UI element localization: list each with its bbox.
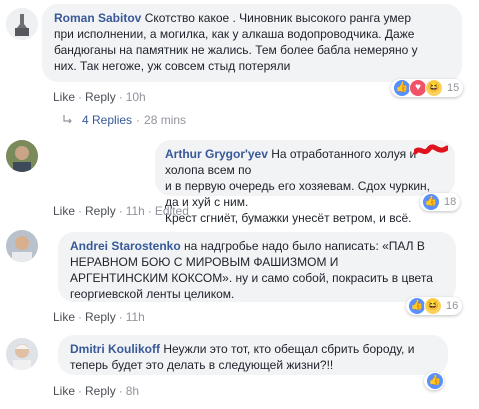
avatar[interactable] — [6, 8, 38, 40]
timestamp[interactable]: 8h — [126, 384, 139, 398]
comment-author[interactable]: Roman Sabitov — [54, 11, 141, 25]
reply-link[interactable]: Reply — [85, 384, 116, 398]
haha-icon: 😆 — [425, 79, 443, 97]
like-link[interactable]: Like — [53, 90, 75, 104]
comment-text: АРГЕНТИНСКИМ КОКСОМ». ну и само собой, п… — [70, 271, 433, 285]
haha-icon: 😆 — [424, 297, 442, 315]
comment-bubble: Roman Sabitov Скотство какое . Чиновник … — [42, 4, 462, 82]
reply-arrow-icon — [63, 115, 72, 124]
comment-text: и в первую очередь его хозяевам. Сдох чу… — [165, 179, 430, 209]
comment-actions: Like · Reply · 10h — [53, 90, 146, 104]
separator: · — [78, 310, 83, 324]
timestamp[interactable]: 10h — [126, 90, 146, 104]
comment-actions: Like · Reply · 11h · Edited — [53, 204, 189, 218]
replies-time: 28 mins — [144, 113, 187, 127]
comment-text: НЕРАВНОМ БОЮ С МИРОВЫМ ФАШИЗМОМ И — [70, 255, 339, 269]
reply-link[interactable]: Reply — [85, 204, 116, 218]
comment-text: бандюганы на памятник не жались. Тем бол… — [54, 43, 418, 57]
like-link[interactable]: Like — [53, 310, 75, 324]
comment-author[interactable]: Dmitri Koulikoff — [70, 342, 160, 356]
replies-count[interactable]: 4 Replies — [82, 113, 132, 127]
person-avatar-icon — [6, 140, 38, 172]
comment-text: Скотство какое . Чиновник высокого ранга… — [141, 11, 412, 25]
like-link[interactable]: Like — [53, 204, 75, 218]
reactions-summary[interactable]: 👍 😆 16 — [406, 297, 463, 315]
timestamp[interactable]: 11h — [126, 204, 145, 218]
separator: · — [118, 384, 123, 398]
redaction-scribble — [414, 144, 448, 155]
comment-text: на надгробье надо было написать: «ПАЛ В — [180, 239, 425, 253]
comment-text: теперь будет это делать в следующей жизн… — [70, 358, 334, 372]
separator: · — [147, 204, 152, 218]
comment-actions: Like · Reply · 11h — [53, 310, 145, 324]
separator: · — [136, 113, 141, 127]
comment-bubble: Andrei Starostenko на надгробье надо был… — [58, 232, 456, 302]
reactions-summary[interactable]: 👍 — [424, 372, 444, 390]
comment-bubble: Arthur Grygor'yev На отработанного холуя… — [155, 140, 455, 225]
separator: · — [78, 384, 83, 398]
comment-text: Неужли это тот, кто обещал сбрить бороду… — [160, 342, 415, 356]
separator: · — [118, 90, 123, 104]
comment-author[interactable]: Andrei Starostenko — [70, 239, 181, 253]
reaction-count: 15 — [447, 82, 460, 94]
comment-author[interactable]: Arthur Grygor'yev — [165, 147, 268, 161]
comment-text: них. Так негоже, уж совсем стыд потеряли — [54, 59, 291, 73]
avatar[interactable] — [6, 140, 38, 172]
separator: · — [118, 204, 123, 218]
person-avatar-icon — [6, 338, 38, 370]
reply-link[interactable]: Reply — [85, 90, 116, 104]
view-replies[interactable]: 4 Replies · 28 mins — [62, 113, 186, 127]
separator: · — [78, 204, 83, 218]
reply-link[interactable]: Reply — [85, 310, 116, 324]
like-icon: 👍 — [422, 193, 440, 211]
like-link[interactable]: Like — [53, 384, 75, 398]
comment-bubble: Dmitri Koulikoff Неужли это тот, кто обе… — [58, 335, 448, 375]
reactions-summary[interactable]: 👍 ♥ 😆 15 — [391, 79, 464, 97]
comment-text: при исполнении, а могилка, как у алкаша … — [54, 27, 415, 41]
like-icon: 👍 — [426, 372, 444, 390]
statue-avatar-icon — [6, 8, 38, 40]
separator: · — [78, 90, 83, 104]
comment-actions: Like · Reply · 8h — [53, 384, 139, 398]
person-avatar-icon — [6, 230, 38, 262]
reaction-count: 18 — [444, 196, 457, 208]
edited-label[interactable]: Edited — [155, 204, 189, 218]
avatar[interactable] — [6, 338, 38, 370]
reaction-count: 16 — [446, 300, 459, 312]
separator: · — [118, 310, 123, 324]
reactions-summary[interactable]: 👍 18 — [420, 193, 461, 211]
avatar[interactable] — [6, 230, 38, 262]
comment-text: Крест сгниёт, бумажки унесёт ветром, и в… — [165, 211, 412, 225]
timestamp[interactable]: 11h — [126, 310, 145, 324]
comment-text: георгиевской ленты целиком. — [70, 287, 235, 301]
